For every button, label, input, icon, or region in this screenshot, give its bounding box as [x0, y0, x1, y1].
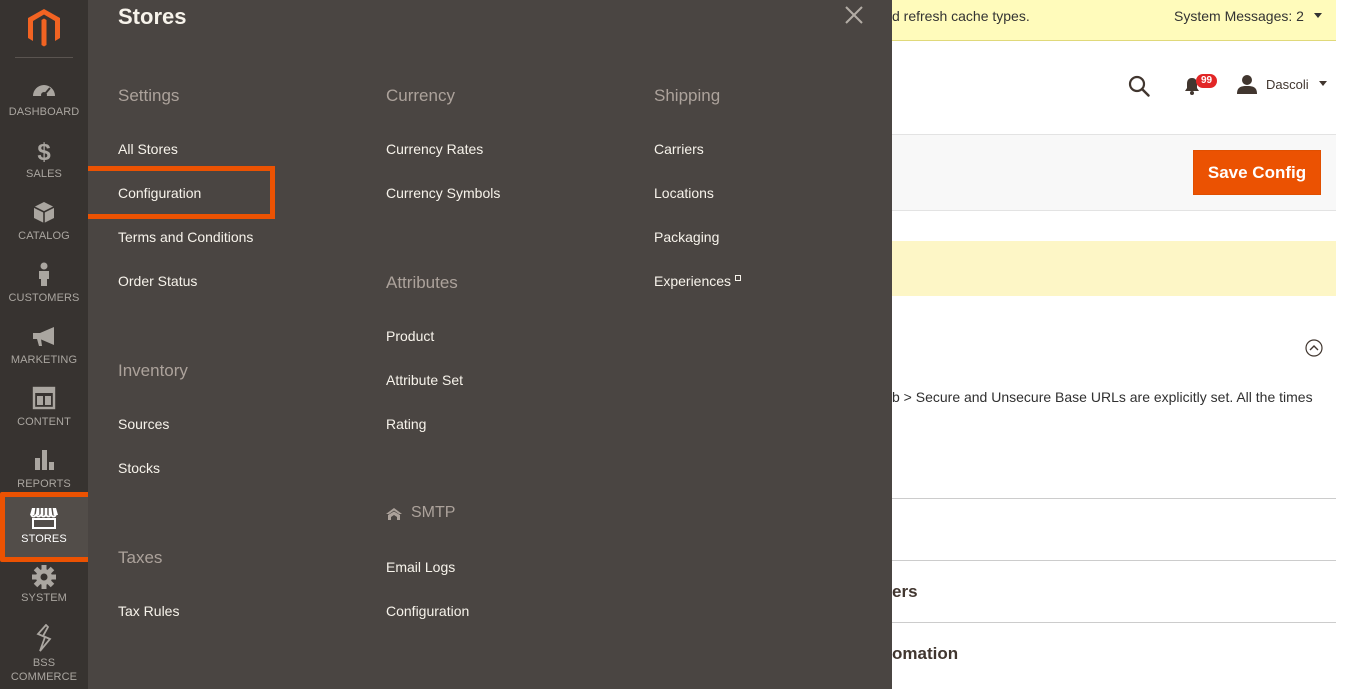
nav-label: SALES: [26, 168, 62, 180]
nav-label: COMMERCE: [10, 671, 78, 683]
section-title[interactable]: omation: [892, 644, 958, 664]
menu-link-packaging[interactable]: Packaging: [654, 229, 719, 245]
menu-link-experiences[interactable]: Experiences: [654, 273, 742, 289]
user-menu[interactable]: Dascoli: [1266, 77, 1327, 92]
nav-item-content[interactable]: CONTENT: [0, 372, 88, 434]
magento-logo-icon[interactable]: [0, 0, 88, 56]
user-icon[interactable]: [1237, 74, 1257, 94]
nav-item-dashboard[interactable]: DASHBOARD: [0, 62, 88, 124]
configuration-highlight-box: [88, 166, 275, 219]
system-messages-bar: d refresh cache types. System Messages: …: [892, 0, 1336, 41]
search-icon[interactable]: [1128, 75, 1150, 97]
save-config-button[interactable]: Save Config: [1193, 150, 1321, 195]
settings-heading: Settings: [118, 86, 180, 105]
dollar-icon: $: [37, 139, 51, 162]
nav-label: SYSTEM: [21, 592, 67, 604]
chevron-up-circle-icon[interactable]: [1305, 339, 1323, 357]
smtp-heading: SMTP: [411, 504, 456, 521]
nav-item-customers[interactable]: CUSTOMERS: [0, 248, 88, 310]
chevron-down-icon: [1318, 81, 1327, 86]
divider: [892, 498, 1336, 499]
megaphone-icon: [33, 327, 54, 346]
system-message-text: d refresh cache types.: [892, 8, 1030, 24]
menu-link-label: Experiences: [654, 273, 732, 289]
nav-label: CUSTOMERS: [8, 292, 80, 304]
nav-label: REPORTS: [17, 478, 71, 490]
menu-link-sources[interactable]: Sources: [118, 416, 169, 432]
divider: [892, 622, 1336, 623]
nav-item-system[interactable]: SYSTEM: [0, 558, 88, 620]
menu-link-rating[interactable]: Rating: [386, 416, 426, 432]
notice-banner: [892, 241, 1336, 296]
bar-chart-icon: [35, 450, 54, 470]
nav-item-catalog[interactable]: CATALOG: [0, 186, 88, 248]
nav-label: CONTENT: [17, 416, 71, 428]
currency-heading: Currency: [386, 86, 455, 105]
nav-item-marketing[interactable]: MARKETING: [0, 310, 88, 372]
menu-link-smtp-configuration[interactable]: Configuration: [386, 603, 469, 619]
shipping-heading: Shipping: [654, 86, 721, 105]
menu-link-all-stores[interactable]: All Stores: [118, 141, 178, 157]
menu-link-currency-symbols[interactable]: Currency Symbols: [386, 185, 500, 201]
menu-link-attribute-set[interactable]: Attribute Set: [386, 372, 463, 388]
menu-link-stocks[interactable]: Stocks: [118, 460, 160, 476]
system-messages-label: System Messages: 2: [1174, 8, 1304, 24]
bss-logo-icon: [36, 624, 52, 652]
menu-link-currency-rates[interactable]: Currency Rates: [386, 141, 483, 157]
stores-highlight-box: [0, 492, 96, 562]
section-title[interactable]: ers: [892, 582, 918, 602]
gear-icon: [32, 565, 56, 589]
user-name: Dascoli: [1266, 77, 1309, 92]
person-icon: [39, 262, 49, 286]
close-icon[interactable]: [844, 5, 864, 25]
admin-left-nav: DASHBOARD $ SALES CATALOG CUSTOMERS MARK…: [0, 0, 88, 689]
smtp-logo-icon: [386, 508, 402, 520]
nav-label: DASHBOARD: [8, 106, 80, 118]
system-messages-toggle[interactable]: System Messages: 2: [1174, 8, 1322, 24]
content-text: b > Secure and Unsecure Base URLs are ex…: [892, 389, 1313, 405]
menu-link-email-logs[interactable]: Email Logs: [386, 559, 455, 575]
divider: [15, 57, 73, 58]
taxes-heading: Taxes: [118, 548, 163, 567]
cube-icon: [33, 202, 55, 223]
flyout-title: Stores: [118, 4, 187, 29]
nav-label: MARKETING: [10, 354, 78, 366]
dashboard-icon: [33, 85, 55, 98]
chevron-down-icon: [1313, 13, 1322, 18]
divider: [892, 560, 1336, 561]
nav-item-sales[interactable]: $ SALES: [0, 124, 88, 186]
notification-badge: 99: [1196, 74, 1218, 88]
nav-item-reports[interactable]: REPORTS: [0, 434, 88, 496]
nav-label: CATALOG: [18, 230, 70, 242]
stores-flyout-menu: Stores Settings All Stores Configuration…: [88, 0, 892, 689]
layout-icon: [32, 386, 56, 410]
menu-link-locations[interactable]: Locations: [654, 185, 714, 201]
menu-link-product[interactable]: Product: [386, 328, 434, 344]
menu-link-terms-and-conditions[interactable]: Terms and Conditions: [118, 229, 253, 245]
admin-page: d refresh cache types. System Messages: …: [0, 0, 1365, 689]
menu-link-carriers[interactable]: Carriers: [654, 141, 704, 157]
svg-text:$: $: [37, 139, 51, 162]
attributes-heading: Attributes: [386, 273, 458, 292]
menu-link-order-status[interactable]: Order Status: [118, 273, 197, 289]
menu-link-tax-rules[interactable]: Tax Rules: [118, 603, 179, 619]
nav-item-bss-commerce[interactable]: BSS COMMERCE: [0, 620, 88, 689]
external-link-icon: [735, 275, 742, 281]
nav-label: BSS: [32, 657, 56, 669]
inventory-heading: Inventory: [118, 361, 188, 380]
